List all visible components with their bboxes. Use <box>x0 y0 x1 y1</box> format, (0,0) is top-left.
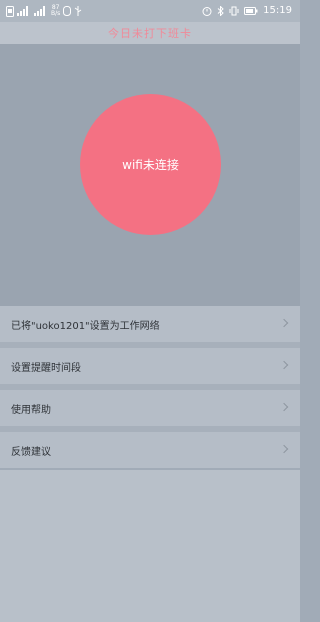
usb-icon <box>74 6 82 16</box>
menu-item-reminder-time[interactable]: 设置提醒时间段 <box>0 348 300 384</box>
alarm-icon <box>202 7 212 16</box>
signal-icon-2 <box>34 6 45 16</box>
chevron-right-icon <box>279 402 289 412</box>
network-speed: 87 B/s <box>51 5 60 17</box>
header: 今日未打下班卡 <box>0 22 300 44</box>
menu-item-label: 已将"uoko1201"设置为工作网络 <box>11 320 160 332</box>
chevron-right-icon <box>279 318 289 328</box>
menu-item-label: 使用帮助 <box>11 404 51 416</box>
status-right: 15:19 <box>202 3 292 19</box>
bluetooth-icon <box>217 6 224 16</box>
status-time: 15:19 <box>263 5 292 16</box>
menu-item-help[interactable]: 使用帮助 <box>0 390 300 426</box>
chevron-right-icon <box>279 444 289 454</box>
header-title: 今日未打下班卡 <box>108 27 192 40</box>
status-bar: 87 B/s 15:19 <box>0 0 300 22</box>
menu-item-feedback[interactable]: 反馈建议 <box>0 432 300 468</box>
battery-icon <box>244 7 258 15</box>
sim-card-icon <box>6 5 14 17</box>
chevron-right-icon <box>279 360 289 370</box>
menu-item-label: 反馈建议 <box>11 446 51 458</box>
signal-icon <box>17 6 28 16</box>
wifi-status-button[interactable]: wifi未连接 <box>80 94 221 235</box>
vibrate-icon <box>229 6 239 16</box>
wifi-status-label: wifi未连接 <box>122 158 179 172</box>
empty-footer-area <box>0 470 300 622</box>
menu-item-work-network[interactable]: 已将"uoko1201"设置为工作网络 <box>0 306 300 342</box>
hero-area: wifi未连接 <box>0 44 300 306</box>
network-speed-unit: B/s <box>51 10 61 17</box>
notification-icon <box>63 6 72 16</box>
status-left: 87 B/s <box>6 3 82 19</box>
menu-item-label: 设置提醒时间段 <box>11 362 81 374</box>
